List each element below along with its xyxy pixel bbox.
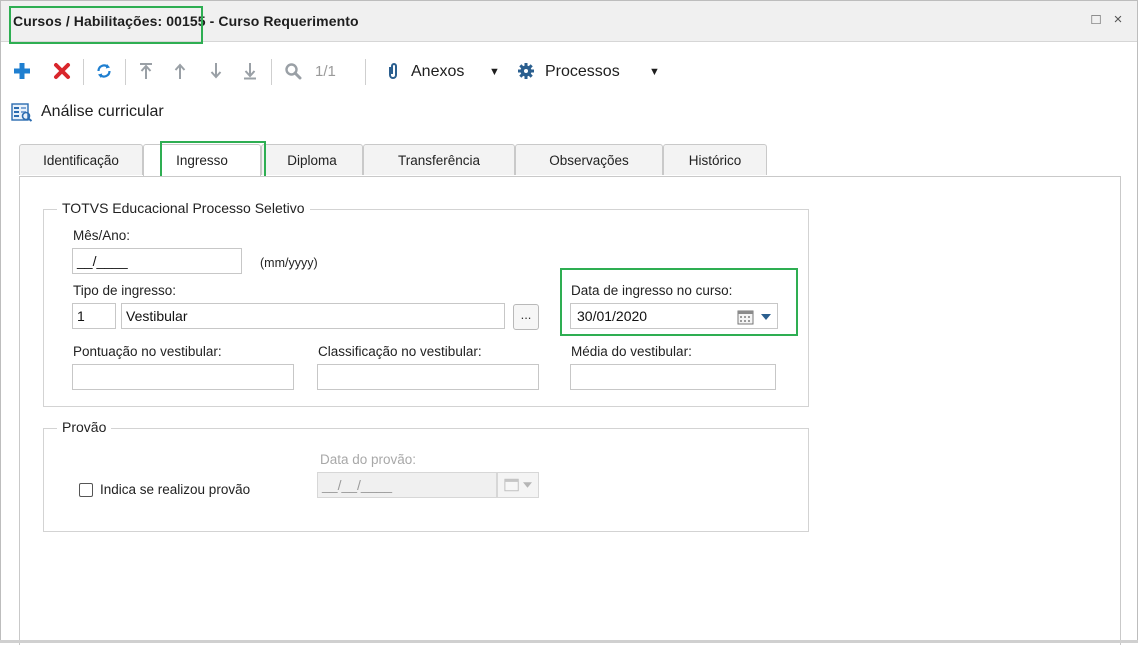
mes-ano-field[interactable]: __/____ (72, 248, 242, 274)
tab-panel-ingresso: TOTVS Educacional Processo Seletivo Mês/… (19, 176, 1121, 645)
attachments-icon-wrap[interactable] (383, 59, 403, 83)
maximize-button[interactable]: □ (1087, 10, 1105, 30)
group-legend-provao: Provão (57, 419, 112, 435)
first-record-button[interactable] (135, 59, 157, 83)
processes-menu-button[interactable]: Processos (545, 63, 620, 81)
toolbar-separator (125, 59, 126, 85)
data-provao-label: Data do provão: (320, 452, 417, 467)
arrow-last-icon (244, 63, 256, 80)
pontuacao-label: Pontuação no vestibular: (73, 344, 222, 359)
tab-transferencia[interactable]: Transferência (363, 144, 515, 175)
paperclip-icon (389, 63, 397, 79)
attachments-menu-button[interactable]: Anexos (411, 63, 464, 81)
toolbar-separator (365, 59, 366, 85)
tab-diploma[interactable]: Diploma (261, 144, 363, 175)
classificacao-label: Classificação no vestibular: (318, 344, 482, 359)
tipo-ingresso-desc-field[interactable]: Vestibular (121, 303, 505, 329)
chevron-down-icon[interactable]: ▼ (489, 66, 500, 78)
provao-checkbox-label[interactable]: Indica se realizou provão (100, 482, 250, 497)
refresh-icon (97, 64, 111, 78)
gear-icon (518, 63, 534, 79)
window: Cursos / Habilitações: 00155 - Curso Req… (0, 0, 1138, 645)
processes-icon-wrap[interactable] (515, 59, 537, 83)
group-legend: TOTVS Educacional Processo Seletivo (57, 200, 310, 216)
data-ingresso-value: 30/01/2020 (577, 308, 648, 324)
arrow-first-icon (140, 63, 152, 79)
mes-ano-label: Mês/Ano: (73, 228, 131, 243)
refresh-button[interactable] (91, 59, 117, 83)
next-record-button[interactable] (205, 59, 227, 83)
section-title: Análise curricular (41, 103, 164, 120)
previous-record-button[interactable] (169, 59, 191, 83)
section-header: Análise curricular (11, 101, 164, 123)
mes-ano-hint: (mm/yyyy) (260, 256, 318, 270)
tipo-ingresso-code-field[interactable]: 1 (72, 303, 116, 329)
group-processo-seletivo: TOTVS Educacional Processo Seletivo Mês/… (43, 200, 809, 407)
chevron-down-icon (523, 482, 532, 488)
data-ingresso-label: Data de ingresso no curso: (571, 283, 733, 298)
toolbar: 1/1 Anexos ▼ Processos ▼ (1, 49, 1137, 93)
close-window-button[interactable]: × (1109, 10, 1127, 30)
arrow-down-icon (210, 63, 222, 79)
tab-ingresso[interactable]: Ingresso (143, 144, 261, 178)
last-record-button[interactable] (239, 59, 261, 83)
toolbar-separator (83, 59, 84, 85)
title-bar: Cursos / Habilitações: 00155 - Curso Req… (1, 1, 1137, 42)
record-counter: 1/1 (315, 63, 336, 80)
tab-identificacao[interactable]: Identificação (19, 144, 143, 175)
provao-checkbox[interactable] (79, 483, 93, 497)
calendar-icon (504, 478, 519, 492)
tab-observacoes[interactable]: Observações (515, 144, 663, 175)
data-provao-calendar-dropdown[interactable] (497, 472, 539, 498)
toolbar-separator (271, 59, 272, 85)
search-button[interactable] (281, 59, 305, 83)
plus-icon (14, 63, 30, 79)
calendar-dropdown[interactable] (737, 309, 771, 325)
close-icon (54, 63, 70, 79)
classificacao-field[interactable] (317, 364, 539, 390)
group-provao: Provão Indica se realizou provão Data do… (43, 419, 809, 532)
window-title: Cursos / Habilitações: 00155 - Curso Req… (13, 13, 359, 29)
tab-historico[interactable]: Histórico (663, 144, 767, 175)
delete-button[interactable] (49, 59, 75, 83)
add-button[interactable] (9, 59, 35, 83)
tipo-ingresso-label: Tipo de ingresso: (73, 283, 177, 298)
calendar-icon (737, 310, 754, 324)
arrow-up-icon (174, 63, 186, 79)
report-icon (11, 103, 33, 122)
data-ingresso-field[interactable]: 30/01/2020 (570, 303, 778, 329)
media-label: Média do vestibular: (571, 344, 692, 359)
search-icon (285, 63, 302, 80)
chevron-down-icon[interactable]: ▼ (649, 66, 660, 78)
chevron-down-icon (761, 314, 771, 320)
media-field[interactable] (570, 364, 776, 390)
tipo-ingresso-lookup-button[interactable]: ... (513, 304, 539, 330)
data-provao-field[interactable]: __/__/____ (317, 472, 497, 498)
pontuacao-field[interactable] (72, 364, 294, 390)
